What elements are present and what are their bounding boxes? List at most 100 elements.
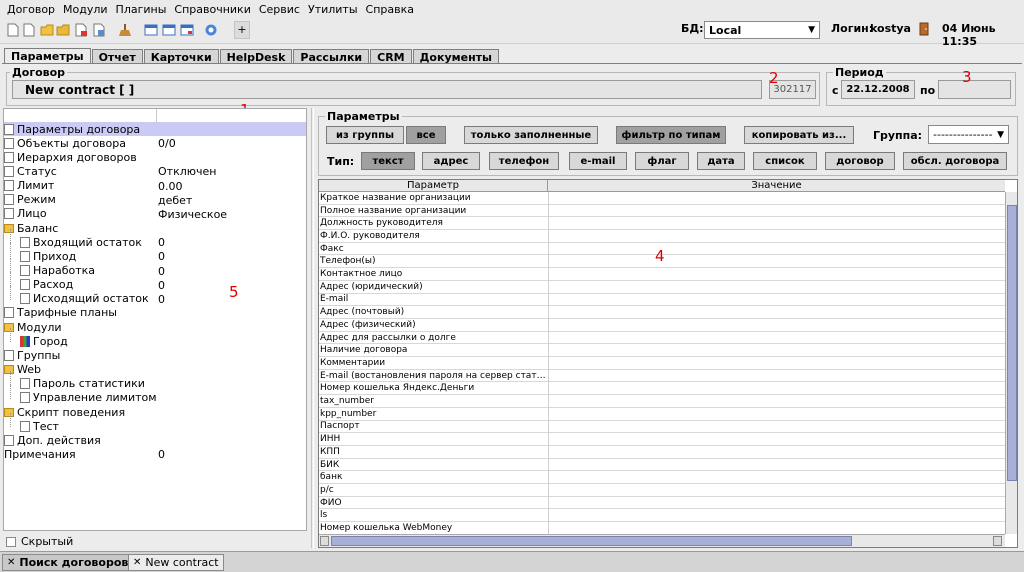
hidden-checkbox[interactable]	[6, 536, 16, 547]
new-document-icon[interactable]	[6, 23, 20, 37]
refresh-icon[interactable]	[204, 23, 218, 37]
close-icon[interactable]: ✕	[133, 557, 141, 568]
type-address-button[interactable]: адрес	[422, 152, 480, 170]
table-row[interactable]: Адрес (почтовый)	[319, 306, 1005, 319]
table-row[interactable]: КПП	[319, 446, 1005, 459]
group-select[interactable]: --------------- ▼	[928, 125, 1009, 144]
table-row[interactable]: БИК	[319, 459, 1005, 472]
type-service-contract-button[interactable]: обсл. договора	[903, 152, 1007, 170]
tree-item[interactable]: Группы	[4, 348, 60, 362]
tree-item[interactable]: Исходящий остаток	[20, 292, 149, 306]
copy-from-button[interactable]: копировать из...	[744, 126, 854, 144]
all-button[interactable]: все	[406, 126, 446, 144]
exit-door-icon[interactable]	[917, 22, 931, 36]
only-filled-button[interactable]: только заполненные	[464, 126, 598, 144]
table-row[interactable]: kpp_number	[319, 408, 1005, 421]
table-row[interactable]: Контактное лицо	[319, 268, 1005, 281]
table-row[interactable]: Наличие договора	[319, 344, 1005, 358]
column-header-value[interactable]: Значение	[548, 180, 1005, 192]
table-row[interactable]: ls	[319, 510, 1005, 523]
add-button[interactable]: +	[234, 21, 250, 39]
horizontal-scroll-thumb[interactable]	[331, 536, 852, 546]
vertical-scroll-thumb[interactable]	[1007, 205, 1017, 481]
doc-tab-new-contract[interactable]: ✕ New contract	[128, 554, 224, 571]
table-row[interactable]: Ф.И.О. руководителя	[319, 230, 1005, 243]
menu-service[interactable]: Сервис	[255, 3, 304, 16]
table-row[interactable]: Адрес (физический)	[319, 319, 1005, 332]
tree-item[interactable]: Примечания	[4, 447, 76, 461]
table-row[interactable]: Паспорт	[319, 421, 1005, 434]
table-row[interactable]: Полное название организации	[319, 205, 1005, 218]
tree-item[interactable]: Лимит	[4, 179, 54, 193]
scroll-right-icon[interactable]	[993, 536, 1002, 546]
scroll-left-icon[interactable]	[320, 536, 329, 546]
tree-item[interactable]: Расход	[20, 278, 73, 292]
tree-item[interactable]: Наработка	[20, 264, 95, 278]
broom-icon[interactable]	[118, 23, 132, 37]
table-row[interactable]: р/с	[319, 484, 1005, 497]
table-row[interactable]: Должность руководителя	[319, 217, 1005, 231]
tree-item[interactable]: Иерархия договоров	[4, 150, 137, 164]
table-row[interactable]: Адрес (юридический)	[319, 281, 1005, 294]
tab-documents[interactable]: Документы	[412, 49, 499, 64]
table-row[interactable]: E-mail	[319, 294, 1005, 307]
table-row[interactable]: Комментарии	[319, 357, 1005, 370]
tab-parameters[interactable]: Параметры	[4, 48, 91, 64]
menu-modules[interactable]: Модули	[59, 3, 112, 16]
tree-item[interactable]: Объекты договора	[4, 136, 126, 150]
filter-by-types-button[interactable]: фильтр по типам	[616, 126, 726, 144]
close-icon[interactable]: ✕	[7, 557, 15, 568]
tree-item[interactable]: Пароль статистики	[20, 377, 145, 391]
table-row[interactable]: Номер кошелька Яндекс.Деньги	[319, 383, 1005, 396]
window-icon[interactable]	[162, 23, 176, 37]
tree-item[interactable]: Тест	[20, 419, 59, 433]
window-close-icon[interactable]	[180, 23, 194, 37]
table-row[interactable]: ИНН	[319, 433, 1005, 446]
menu-help[interactable]: Справка	[362, 3, 418, 16]
tree-item[interactable]: Доп. действия	[4, 433, 101, 447]
type-list-button[interactable]: список	[753, 152, 817, 170]
type-email-button[interactable]: e-mail	[569, 152, 627, 170]
menu-utilities[interactable]: Утилиты	[304, 3, 362, 16]
tree-item[interactable]: Тарифные планы	[4, 306, 117, 320]
type-date-button[interactable]: дата	[697, 152, 745, 170]
doc-tab-search-contracts[interactable]: ✕ Поиск договоров	[2, 554, 134, 571]
tab-helpdesk[interactable]: HelpDesk	[219, 49, 293, 64]
tree-item[interactable]: Управление лимитом	[20, 391, 157, 405]
table-row[interactable]: ФИО	[319, 497, 1005, 510]
menu-contract[interactable]: Договор	[3, 3, 59, 16]
tree-item[interactable]: Статус	[4, 164, 57, 178]
tree-item[interactable]: Входящий остаток	[20, 235, 142, 249]
db-select[interactable]: Local ▼	[704, 21, 820, 39]
table-row[interactable]: E-mail (востановления пароля на сервер с…	[319, 370, 1005, 383]
tree-item[interactable]: Режим	[4, 193, 56, 207]
tree-item[interactable]: Модули	[4, 320, 62, 334]
type-text-button[interactable]: текст	[361, 152, 415, 170]
period-to-field[interactable]	[938, 80, 1011, 99]
tree-item[interactable]: Приход	[20, 249, 76, 263]
horizontal-scrollbar[interactable]	[319, 534, 1005, 547]
tab-cards[interactable]: Карточки	[143, 49, 219, 64]
menu-plugins[interactable]: Плагины	[112, 3, 171, 16]
new-document-2-icon[interactable]	[22, 23, 36, 37]
window-add-icon[interactable]	[144, 23, 158, 37]
tab-crm[interactable]: CRM	[370, 49, 412, 64]
table-row[interactable]: Краткое название организации	[319, 192, 1005, 205]
type-flag-button[interactable]: флаг	[635, 152, 689, 170]
tab-report[interactable]: Отчет	[91, 49, 143, 64]
table-row[interactable]: tax_number	[319, 395, 1005, 408]
tree-item[interactable]: Параметры договора	[4, 122, 306, 136]
period-from-field[interactable]: 22.12.2008	[841, 80, 915, 99]
document-delete-icon[interactable]	[74, 23, 88, 37]
splitter[interactable]	[311, 108, 314, 548]
type-contract-button[interactable]: договор	[825, 152, 895, 170]
type-phone-button[interactable]: телефон	[489, 152, 559, 170]
table-row[interactable]: Адрес для рассылки о долге	[319, 332, 1005, 345]
column-header-param[interactable]: Параметр	[319, 180, 548, 192]
tab-mailings[interactable]: Рассылки	[293, 49, 370, 64]
folder-icon[interactable]	[40, 23, 54, 37]
document-copy-icon[interactable]	[92, 23, 106, 37]
open-folder-icon[interactable]	[56, 23, 70, 37]
vertical-scrollbar[interactable]	[1005, 192, 1017, 534]
tree-item[interactable]: Лицо	[4, 207, 47, 221]
